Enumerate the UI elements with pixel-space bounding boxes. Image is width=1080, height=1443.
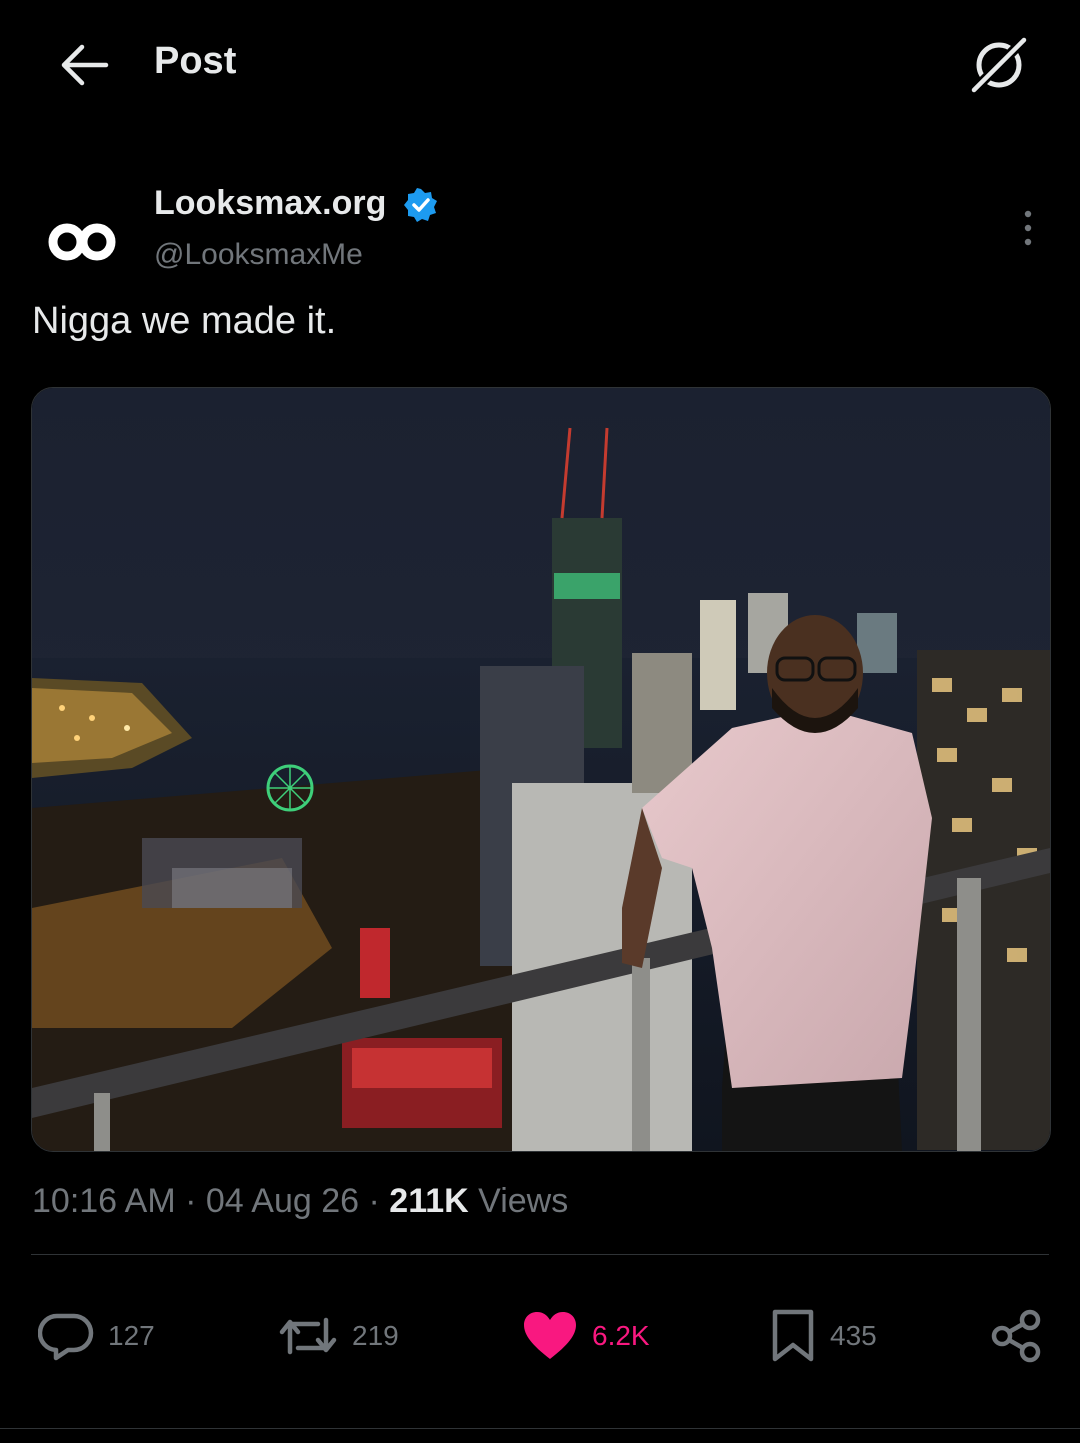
author-display-name[interactable]: Looksmax.org <box>154 184 386 223</box>
bookmark-button[interactable]: 435 <box>770 1300 877 1372</box>
heart-filled-icon <box>524 1312 576 1359</box>
post-time: 10:16 AM <box>32 1182 176 1220</box>
reply-button[interactable]: 127 <box>38 1300 155 1372</box>
views-label: Views <box>478 1182 569 1220</box>
back-button[interactable] <box>58 42 110 88</box>
reply-count: 127 <box>108 1320 155 1351</box>
top-bar: Post <box>0 0 1080 130</box>
bottom-divider <box>0 1428 1080 1429</box>
share-icon <box>991 1309 1041 1363</box>
grok-icon <box>968 34 1030 96</box>
more-options-button[interactable] <box>1012 210 1044 246</box>
divider <box>31 1254 1049 1255</box>
post-actions: 127 219 6.2K 435 <box>0 1300 1080 1380</box>
repost-button[interactable]: 219 <box>278 1300 399 1372</box>
post-text: Nigga we made it. <box>32 300 337 342</box>
repost-count: 219 <box>352 1320 399 1351</box>
post-author: Looksmax.org @LooksmaxMe <box>0 170 1080 292</box>
like-count: 6.2K <box>592 1320 650 1351</box>
arrow-left-icon <box>61 44 109 86</box>
avatar[interactable] <box>32 192 132 292</box>
repost-icon <box>279 1317 337 1355</box>
meta-separator: · <box>368 1182 380 1220</box>
meta-separator: · <box>185 1182 197 1220</box>
bookmark-count: 435 <box>830 1320 877 1351</box>
post-photo[interactable] <box>31 387 1051 1152</box>
reply-icon <box>38 1313 94 1361</box>
author-handle[interactable]: @LooksmaxMe <box>154 238 363 272</box>
share-button[interactable] <box>990 1300 1044 1372</box>
verified-badge-icon <box>404 188 437 222</box>
bookmark-icon <box>772 1309 814 1362</box>
grok-button[interactable] <box>966 34 1032 96</box>
like-button[interactable]: 6.2K <box>522 1300 650 1372</box>
page-title: Post <box>154 40 237 82</box>
views-count[interactable]: 211K <box>389 1182 468 1220</box>
post-date: 04 Aug 26 <box>205 1182 360 1220</box>
more-vertical-icon <box>1024 210 1032 246</box>
night-city-balcony-photo <box>32 388 1050 1151</box>
infinity-logo-icon <box>48 223 116 261</box>
post-meta: 10:16 AM · 04 Aug 26 · 211K Views <box>32 1182 568 1221</box>
